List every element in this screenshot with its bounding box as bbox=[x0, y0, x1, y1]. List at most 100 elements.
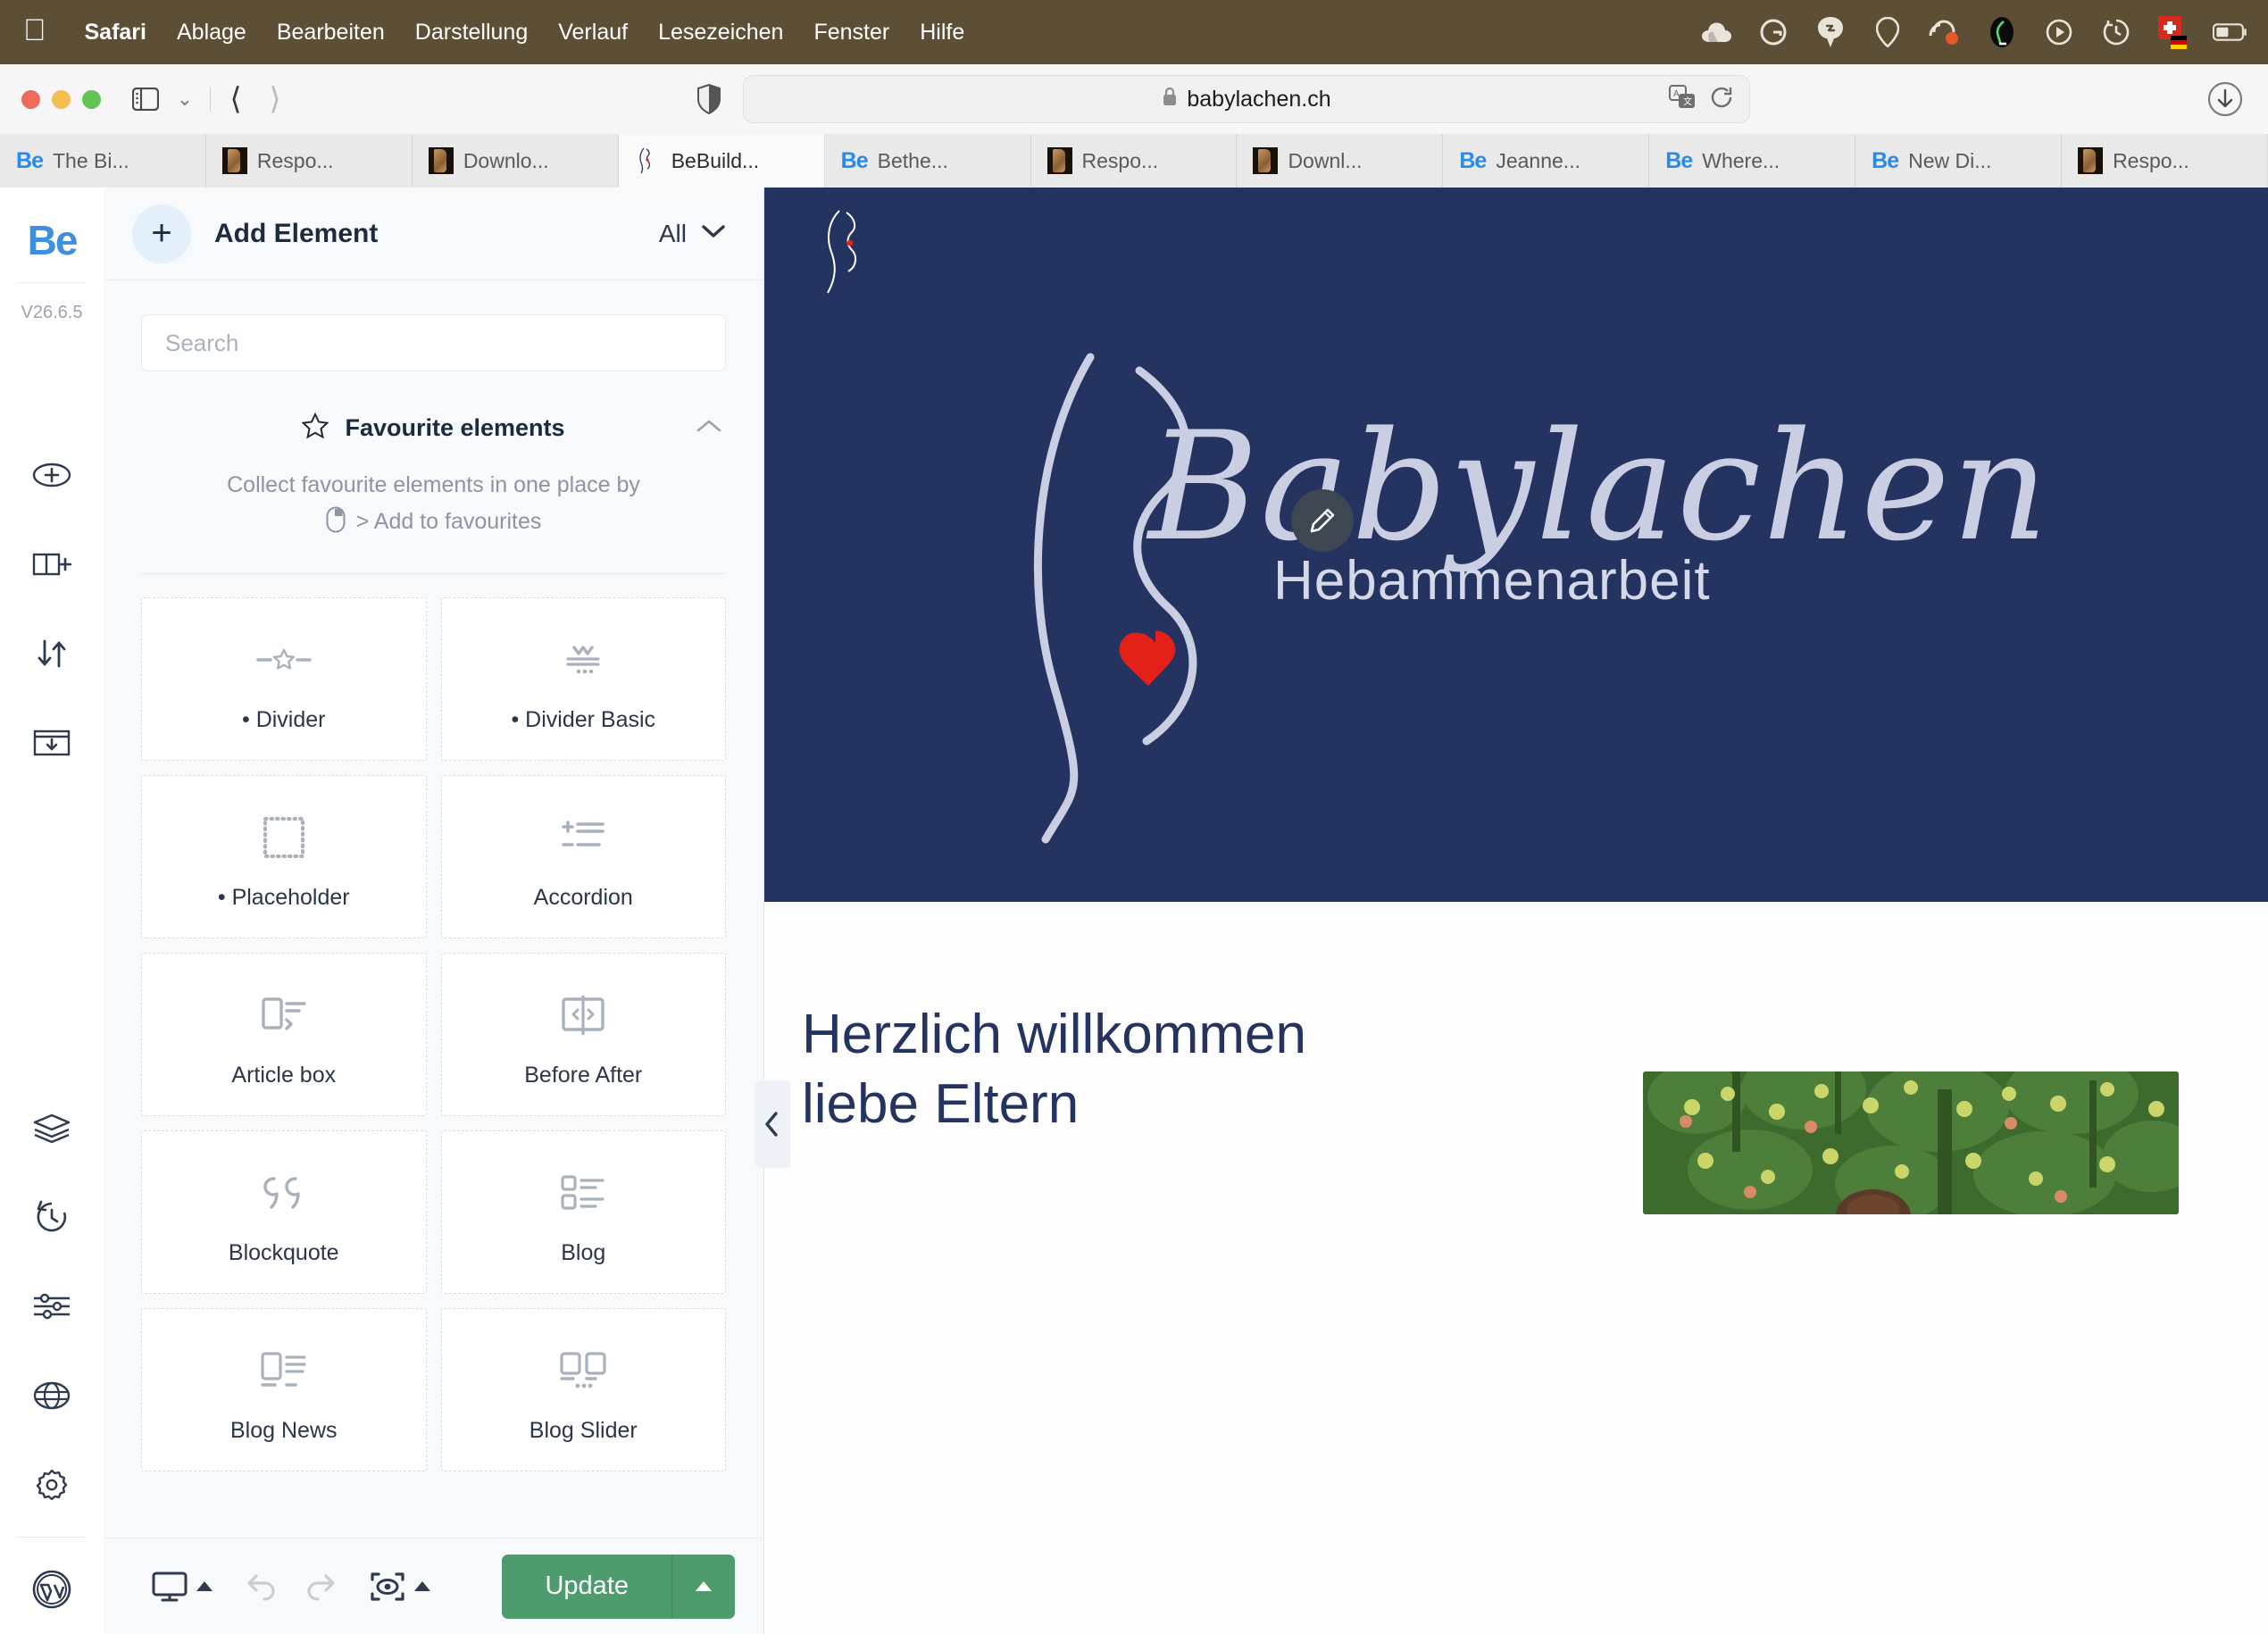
content-section[interactable]: Herzlich willkommen liebe Eltern bbox=[764, 902, 2268, 1634]
minimize-window-button[interactable] bbox=[52, 89, 71, 109]
search-input[interactable] bbox=[165, 329, 702, 357]
page-preview-canvas[interactable]: Babylachen Hebammenarbeit Herzlich willk… bbox=[764, 188, 2268, 1634]
menu-item-lesezeichen[interactable]: Lesezeichen bbox=[643, 20, 798, 46]
menu-item-hilfe[interactable]: Hilfe bbox=[905, 20, 980, 46]
history-icon[interactable] bbox=[0, 1172, 104, 1262]
shortcut-icon[interactable] bbox=[1813, 14, 1848, 50]
toolbar-divider bbox=[210, 87, 211, 112]
browser-tab[interactable]: Respo... bbox=[206, 134, 413, 188]
settings-gear-icon[interactable] bbox=[0, 1440, 104, 1530]
chevron-down-icon[interactable]: ⌄ bbox=[165, 79, 204, 119]
menu-item-fenster[interactable]: Fenster bbox=[798, 20, 905, 46]
tab-label: Downl... bbox=[1288, 148, 1363, 172]
sidebar-toggle-icon[interactable] bbox=[126, 79, 165, 119]
element-card-blog-slider[interactable]: Blog Slider bbox=[440, 1308, 726, 1472]
apple-logo-icon[interactable]:  bbox=[23, 15, 46, 46]
element-label: • Divider Basic bbox=[511, 707, 656, 733]
inline-edit-button[interactable] bbox=[1291, 489, 1354, 552]
time-machine-icon[interactable] bbox=[2098, 14, 2134, 50]
browser-tab[interactable]: Be Bethe... bbox=[825, 134, 1031, 188]
menu-item-bearbeiten[interactable]: Bearbeiten bbox=[262, 20, 400, 46]
element-filter-dropdown[interactable]: All bbox=[659, 220, 726, 248]
browser-tab[interactable]: Downl... bbox=[1237, 134, 1444, 188]
element-card-blog[interactable]: Blog bbox=[440, 1130, 726, 1295]
tab-label: Respo... bbox=[1081, 148, 1159, 172]
playback-icon[interactable] bbox=[2041, 14, 2077, 50]
element-card-divider[interactable]: • Divider bbox=[141, 597, 427, 762]
safari-tab-bar: Be The Bi... Respo... Downlo... BeBuild.… bbox=[0, 134, 2268, 188]
element-card-divider-basic[interactable]: • Divider Basic bbox=[440, 597, 726, 762]
add-to-favourites-link[interactable]: > Add to favourites bbox=[356, 509, 542, 535]
device-preview-button[interactable] bbox=[138, 1571, 227, 1603]
update-options-button[interactable] bbox=[672, 1581, 735, 1591]
download-icon[interactable] bbox=[2205, 79, 2245, 123]
panel-collapse-handle[interactable] bbox=[755, 1080, 790, 1168]
undo-button[interactable] bbox=[227, 1572, 291, 1601]
hero-section[interactable]: Babylachen Hebammenarbeit bbox=[764, 188, 2268, 902]
reload-icon[interactable] bbox=[1710, 86, 1733, 113]
redo-button[interactable] bbox=[291, 1572, 355, 1601]
menu-item-darstellung[interactable]: Darstellung bbox=[400, 20, 543, 46]
paw-icon[interactable] bbox=[1984, 14, 2020, 50]
browser-tab[interactable]: Be Where... bbox=[1649, 134, 1856, 188]
preview-button[interactable] bbox=[355, 1570, 445, 1604]
site-favicon-icon bbox=[1046, 147, 1072, 174]
hero-text-block[interactable]: Babylachen Hebammenarbeit bbox=[1148, 412, 2050, 613]
battery-icon[interactable] bbox=[2213, 14, 2248, 50]
translate-icon[interactable]: A文 bbox=[1669, 84, 1696, 114]
element-card-before-after[interactable]: Before After bbox=[440, 953, 726, 1117]
layers-icon[interactable] bbox=[0, 1083, 104, 1172]
menu-item-ablage[interactable]: Ablage bbox=[162, 20, 262, 46]
cloud-icon[interactable] bbox=[1698, 14, 1734, 50]
globe-icon[interactable] bbox=[0, 1351, 104, 1440]
grammarly-icon[interactable] bbox=[1755, 14, 1791, 50]
element-card-blockquote[interactable]: Blockquote bbox=[141, 1130, 427, 1295]
add-to-favourites-row[interactable]: > Add to favourites bbox=[132, 506, 735, 538]
preview-eye-icon bbox=[370, 1570, 405, 1604]
close-window-button[interactable] bbox=[21, 89, 40, 109]
site-header-logo[interactable] bbox=[820, 207, 882, 301]
browser-tab[interactable]: Downlo... bbox=[413, 134, 619, 188]
element-label: Blog bbox=[561, 1240, 606, 1266]
safari-toolbar: ⌄ ⟨ ⟩ babylachen.ch A文 bbox=[0, 64, 2268, 134]
wordpress-icon[interactable] bbox=[0, 1545, 104, 1634]
privacy-shield-icon[interactable] bbox=[689, 79, 729, 119]
options-icon[interactable] bbox=[0, 1262, 104, 1351]
insert-template-icon[interactable] bbox=[0, 698, 104, 788]
hero-logo-block[interactable]: Babylachen Hebammenarbeit bbox=[1005, 339, 2050, 853]
back-button[interactable]: ⟨ bbox=[216, 79, 255, 119]
element-card-blog-news[interactable]: Blog News bbox=[141, 1308, 427, 1472]
browser-tab[interactable]: Be The Bi... bbox=[0, 134, 206, 188]
address-bar[interactable]: babylachen.ch A文 bbox=[743, 75, 1750, 123]
add-section-icon[interactable] bbox=[0, 430, 104, 520]
element-card-article-box[interactable]: Article box bbox=[141, 953, 427, 1117]
plus-icon[interactable]: + bbox=[132, 204, 191, 263]
update-button[interactable]: Update bbox=[502, 1554, 735, 1619]
location-pin-icon[interactable] bbox=[1870, 14, 1905, 50]
favourite-elements-header[interactable]: Favourite elements bbox=[132, 412, 735, 444]
browser-tab[interactable]: Respo... bbox=[1031, 134, 1238, 188]
accordion-icon bbox=[558, 803, 608, 872]
chevron-up-icon[interactable] bbox=[696, 418, 722, 438]
element-card-placeholder[interactable]: • Placeholder bbox=[141, 775, 427, 939]
element-grid: • Divider • Divider Basic • Placeholder bbox=[132, 597, 735, 1472]
browser-tab[interactable]: Be New Di... bbox=[1855, 134, 2063, 188]
element-card-accordion[interactable]: Accordion bbox=[440, 775, 726, 939]
menu-item-safari[interactable]: Safari bbox=[70, 20, 162, 46]
menu-item-verlauf[interactable]: Verlauf bbox=[543, 20, 643, 46]
language-flag-icon[interactable] bbox=[2155, 14, 2191, 50]
browser-tab[interactable]: Be Jeanne... bbox=[1443, 134, 1650, 188]
element-label: Blog News bbox=[230, 1418, 338, 1444]
version-label: V26.6.5 bbox=[21, 303, 83, 322]
loom-icon[interactable] bbox=[1927, 14, 1963, 50]
browser-tab[interactable]: Respo... bbox=[2062, 134, 2268, 188]
mouse-right-click-icon bbox=[326, 506, 346, 538]
browser-tab-active[interactable]: BeBuild... bbox=[618, 134, 825, 188]
zoom-window-button[interactable] bbox=[82, 89, 101, 109]
add-row-icon[interactable] bbox=[0, 520, 104, 609]
apple-orchard-photo[interactable] bbox=[1643, 1071, 2179, 1214]
star-icon bbox=[301, 412, 330, 444]
forward-button[interactable]: ⟩ bbox=[255, 79, 295, 119]
reorder-icon[interactable] bbox=[0, 609, 104, 698]
search-input-wrapper[interactable] bbox=[141, 314, 726, 371]
